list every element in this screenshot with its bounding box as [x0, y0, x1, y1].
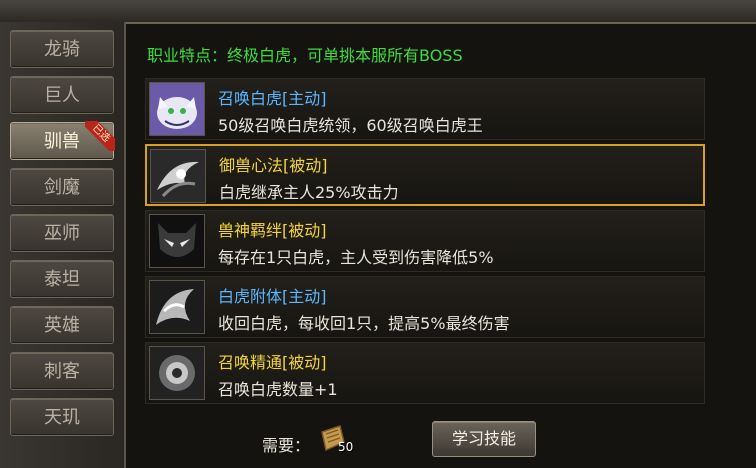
tab-label: 巨人 — [44, 85, 80, 106]
white-tiger-icon — [149, 82, 205, 136]
tab-label: 天玑 — [44, 407, 80, 428]
tab-titan[interactable]: 泰坦 — [10, 260, 114, 298]
skill-description: 白虎继承主人25%攻击力 — [219, 183, 399, 202]
skill-description: 收回白虎，每收回1只，提高5%最终伤害 — [218, 314, 510, 333]
tab-label: 龙骑 — [44, 39, 80, 60]
skill-description: 每存在1只白虎，主人受到伤害降低5% — [218, 248, 494, 267]
tab-giant[interactable]: 巨人 — [10, 76, 114, 114]
tab-label: 剑魔 — [44, 177, 80, 198]
skill-row-summon-white-tiger[interactable]: 召唤白虎[主动] 50级召唤白虎统领，60级召唤白虎王 — [145, 78, 705, 140]
tiger-possession-icon — [149, 280, 205, 334]
selected-badge: 已选 — [85, 121, 115, 151]
skill-name: 白虎附体[主动] — [218, 287, 327, 306]
tab-label: 英雄 — [44, 315, 80, 336]
skill-row-beast-bond[interactable]: 兽神羁绊[被动] 每存在1只白虎，主人受到伤害降低5% — [145, 210, 705, 272]
tab-label: 巫师 — [44, 223, 80, 244]
tab-tianji[interactable]: 天玑 — [10, 398, 114, 436]
skill-row-summon-mastery[interactable]: 召唤精通[被动] 召唤白虎数量+1 — [145, 342, 705, 404]
skill-row-beast-mind[interactable]: 御兽心法[被动] 白虎继承主人25%攻击力 — [145, 144, 705, 206]
skill-name: 召唤白虎[主动] — [218, 89, 327, 108]
tab-assassin[interactable]: 刺客 — [10, 352, 114, 390]
skill-description: 50级召唤白虎统领，60级召唤白虎王 — [218, 116, 483, 135]
tab-dragon-knight[interactable]: 龙骑 — [10, 30, 114, 68]
skill-name: 兽神羁绊[被动] — [218, 221, 327, 240]
window-top-frame — [0, 0, 756, 24]
beast-bond-icon — [149, 214, 205, 268]
tab-sword-demon[interactable]: 剑魔 — [10, 168, 114, 206]
beast-mind-icon — [150, 149, 206, 203]
tab-label: 刺客 — [44, 361, 80, 382]
skill-name: 御兽心法[被动] — [219, 156, 328, 175]
tab-hero[interactable]: 英雄 — [10, 306, 114, 344]
tab-wizard[interactable]: 巫师 — [10, 214, 114, 252]
summon-mastery-icon — [149, 346, 205, 400]
skill-row-tiger-possession[interactable]: 白虎附体[主动] 收回白虎，每收回1只，提高5%最终伤害 — [145, 276, 705, 338]
skill-description: 召唤白虎数量+1 — [218, 380, 338, 399]
class-feature-text: 职业特点：终极白虎，可单挑本服所有BOSS — [147, 46, 463, 65]
cost-label: 需要： — [262, 436, 311, 455]
tab-label: 驯兽 — [44, 131, 80, 152]
learn-skill-button[interactable]: 学习技能 — [432, 421, 536, 457]
tab-label: 泰坦 — [44, 269, 80, 290]
tab-beast-tamer[interactable]: 驯兽 已选 — [10, 121, 115, 160]
item-count: 50 — [338, 440, 354, 454]
skill-name: 召唤精通[被动] — [218, 353, 327, 372]
